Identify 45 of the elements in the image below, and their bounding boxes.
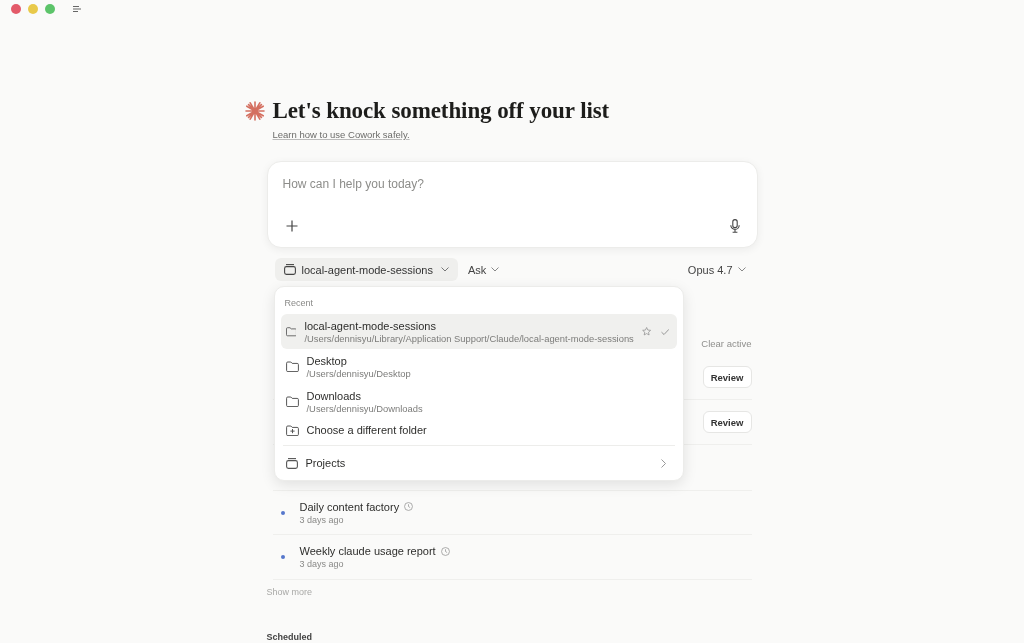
task-title: Daily content factory <box>299 499 400 514</box>
task-time: 3 days ago <box>299 558 345 570</box>
choose-folder-item[interactable]: Choose a different folder <box>280 419 677 441</box>
chevron-down-icon <box>737 267 746 272</box>
tray-icon <box>283 264 296 275</box>
plus-icon[interactable] <box>285 220 298 232</box>
star-outline-icon[interactable] <box>641 326 652 337</box>
folder-name: Downloads <box>306 389 362 403</box>
folder-path: /Users/dennisyu/Downloads <box>306 403 424 414</box>
folder-menu-item[interactable]: Downloads /Users/dennisyu/Downloads <box>280 384 677 419</box>
chevron-down-icon <box>440 267 449 272</box>
folder-path: /Users/dennisyu/Desktop <box>306 368 412 379</box>
close-window-icon[interactable] <box>11 4 21 14</box>
scheduled-section-heading: Scheduled <box>266 632 313 643</box>
chevron-right-icon <box>660 458 666 468</box>
model-selector[interactable]: Opus 4.7 <box>685 258 748 281</box>
checkmark-icon <box>661 327 670 336</box>
task-list-item[interactable]: Weekly claude usage report 3 days ago <box>272 535 752 580</box>
folder-name: Desktop <box>306 354 348 368</box>
chevron-down-icon <box>491 267 500 272</box>
microphone-icon[interactable] <box>729 219 740 233</box>
folder-menu-item[interactable]: local-agent-mode-sessions /Users/dennisyu/Library/Application Support/Claude/local-agent-mode-sessions <box>280 314 677 349</box>
projects-menu-item[interactable]: Projects <box>280 451 677 475</box>
folder-icon <box>285 326 297 337</box>
cowork-safety-link[interactable]: Learn how to use Cowork safely. <box>272 129 410 141</box>
prompt-input[interactable]: How can I help you today? <box>282 176 742 192</box>
review-button[interactable]: Review <box>702 366 752 388</box>
zoom-window-icon[interactable] <box>45 4 55 14</box>
task-title: Weekly claude usage report <box>299 544 436 558</box>
tray-icon <box>285 457 298 469</box>
page-heading: Let's knock something off your list <box>272 97 610 124</box>
folder-menu-item[interactable]: Desktop /Users/dennisyu/Desktop <box>280 349 677 384</box>
sidebar-menu-icon[interactable] <box>73 6 81 12</box>
task-list-item[interactable]: Daily content factory 3 days ago <box>272 490 752 535</box>
recent-section-label: Recent <box>283 297 315 309</box>
folder-path: /Users/dennisyu/Library/Application Support/Claude/local-agent-mode-sessions <box>304 333 634 344</box>
folder-icon <box>285 396 299 407</box>
folder-icon <box>285 361 299 372</box>
starburst-icon <box>244 100 265 121</box>
folder-selector[interactable]: local-agent-mode-sessions <box>274 258 458 281</box>
review-button[interactable]: Review <box>702 411 752 433</box>
folder-plus-icon <box>285 424 299 436</box>
folder-name: local-agent-mode-sessions <box>304 319 437 333</box>
task-time: 3 days ago <box>299 513 345 526</box>
mode-selector[interactable]: Ask <box>465 258 502 281</box>
